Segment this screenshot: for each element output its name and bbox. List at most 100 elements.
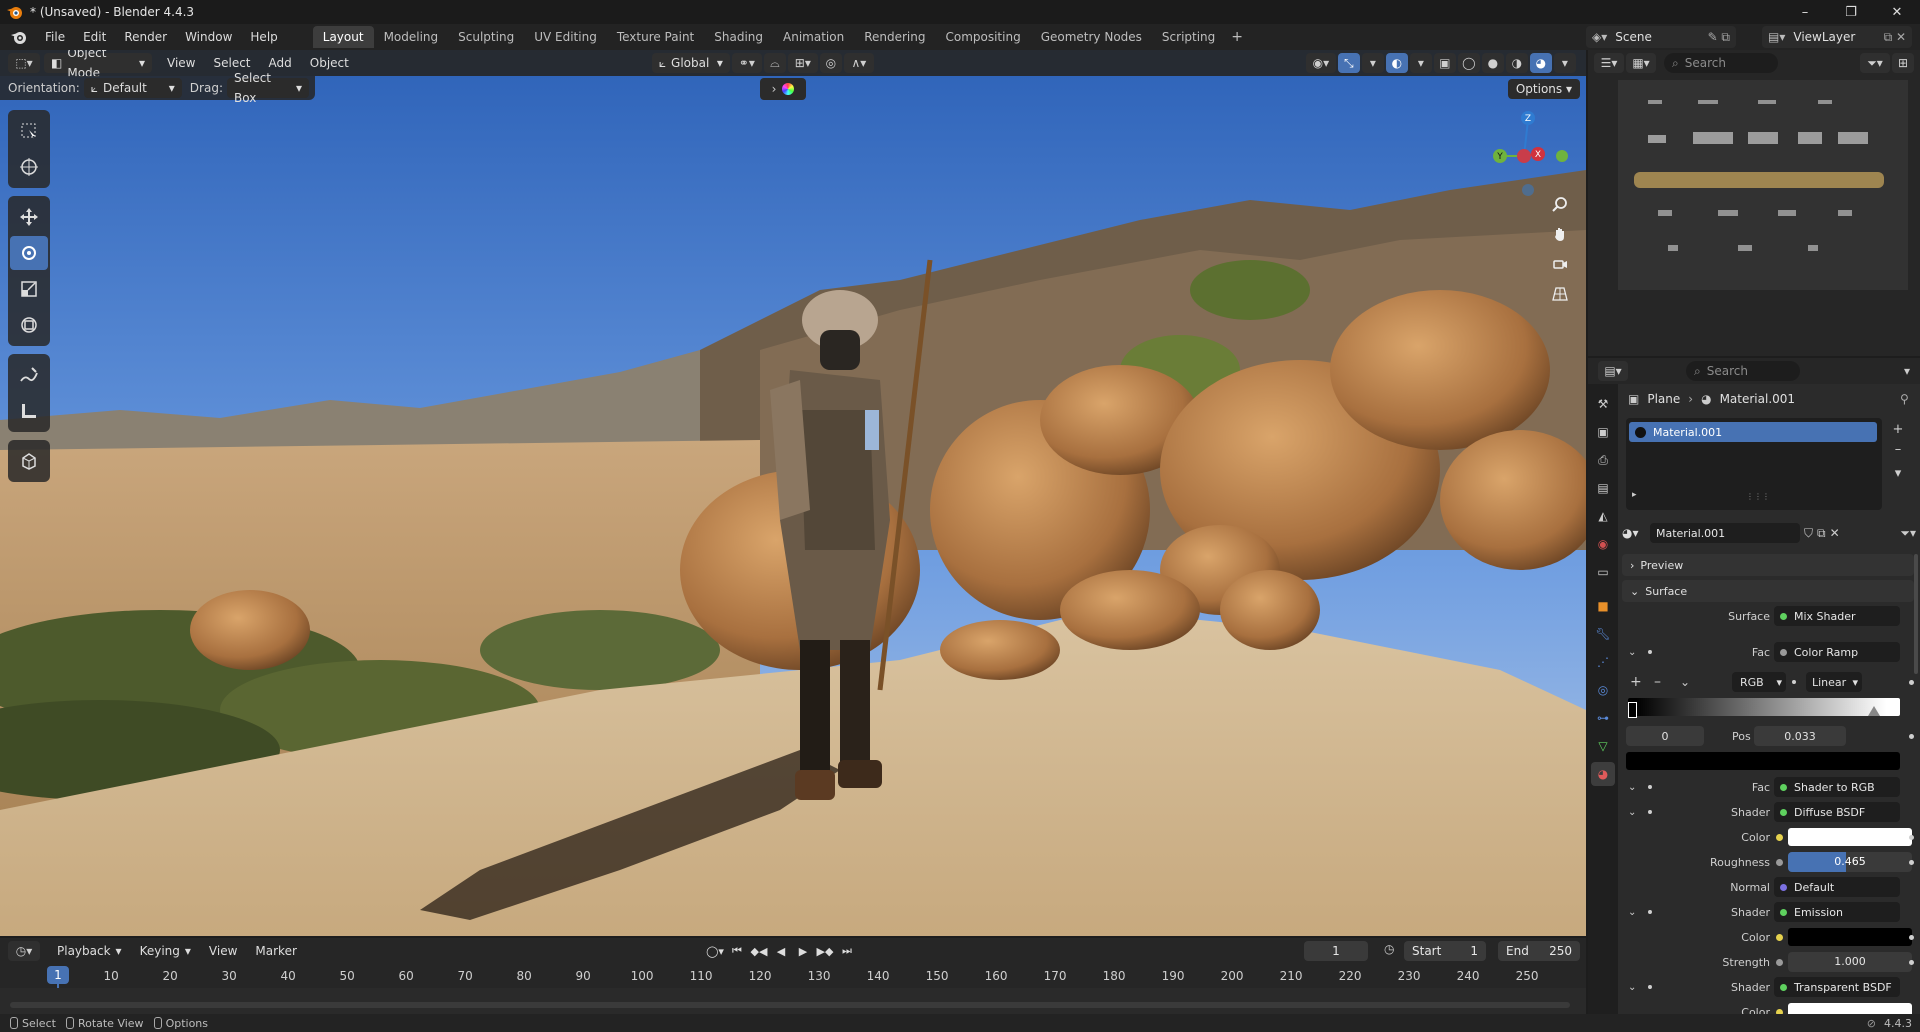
node-link-icon[interactable]: ⏷▾ (1900, 526, 1916, 541)
visibility-icon[interactable]: ◉▾ (1305, 53, 1336, 73)
color1-swatch[interactable] (1788, 828, 1912, 846)
tab-layout[interactable]: Layout (312, 26, 374, 48)
tab-shading[interactable]: Shading (704, 26, 773, 48)
color-ramp-widget[interactable] (1628, 698, 1900, 716)
modifier-tab-icon[interactable]: 🔧︎ (1591, 622, 1615, 646)
menu-view[interactable]: View (160, 53, 202, 73)
cursor-tool-icon[interactable] (10, 150, 48, 184)
browse-material-icon[interactable]: ◕▾ (1622, 526, 1646, 540)
material-tab-icon[interactable]: ◕ (1591, 762, 1615, 786)
add-slot-button[interactable]: + (1888, 420, 1908, 438)
properties-scrollbar[interactable] (1914, 554, 1918, 674)
tab-uv-editing[interactable]: UV Editing (524, 26, 607, 48)
scale-tool-icon[interactable] (10, 272, 48, 306)
stop-color-swatch[interactable] (1626, 752, 1900, 770)
remove-stop-button[interactable]: – (1654, 674, 1661, 690)
gizmo-dropdown-icon[interactable]: ▾ (1361, 53, 1384, 73)
render-tab-icon[interactable]: ▣ (1591, 420, 1615, 444)
list-expand-icon[interactable]: ▸ (1632, 490, 1637, 500)
interpolation-selector[interactable]: Linear ▾ (1806, 672, 1862, 692)
preview-panel-header[interactable]: › Preview (1622, 554, 1914, 576)
transform-orientation-selector[interactable]: ⟀ Global ▾ (651, 53, 730, 73)
chevron-down-icon[interactable]: ▾ (1904, 364, 1910, 378)
end-frame-field[interactable]: End 250 (1498, 941, 1580, 961)
orientation-default-selector[interactable]: ⟀ Default ▾ (83, 78, 182, 98)
select-box-tool-icon[interactable] (10, 114, 48, 148)
zoom-icon[interactable] (1546, 190, 1574, 218)
collapse-icon[interactable]: ⌄ (1628, 782, 1636, 793)
tab-compositing[interactable]: Compositing (935, 26, 1030, 48)
overlay-dropdown-icon[interactable]: ▾ (1409, 53, 1432, 73)
timeline-editor-type-icon[interactable]: ◷▾ (8, 941, 40, 961)
fac-input-selector[interactable]: Color Ramp (1774, 642, 1900, 662)
tab-geometry-nodes[interactable]: Geometry Nodes (1031, 26, 1152, 48)
unlink-material-icon[interactable]: ✕ (1830, 526, 1840, 540)
falloff-icon[interactable]: ∧▾ (843, 53, 874, 73)
tab-scripting[interactable]: Scripting (1152, 26, 1225, 48)
ramp-specials-icon[interactable]: ⌄ (1680, 675, 1690, 689)
tab-texture-paint[interactable]: Texture Paint (607, 26, 704, 48)
menu-object[interactable]: Object (303, 53, 356, 73)
tab-modeling[interactable]: Modeling (374, 26, 449, 48)
output-tab-icon[interactable]: ⎙ (1591, 448, 1615, 472)
collection-tab-icon[interactable]: ▭ (1591, 560, 1615, 584)
data-tab-icon[interactable]: ▽ (1591, 734, 1615, 758)
physics-tab-icon[interactable]: ◎ (1591, 678, 1615, 702)
3d-viewport[interactable]: ⬚▾ ◧ Object Mode ▾ View Select Add Objec… (0, 50, 1586, 936)
collapse-icon[interactable]: ⌄ (1628, 647, 1636, 658)
xray-icon[interactable]: ▣ (1433, 53, 1456, 73)
annotate-tool-icon[interactable] (10, 358, 48, 392)
shader2-selector[interactable]: Emission (1774, 902, 1900, 922)
viewport-render[interactable] (0, 50, 1586, 936)
rendered-shading-icon[interactable]: ◕ (1529, 53, 1552, 73)
ramp-stop-white[interactable] (1868, 706, 1880, 716)
remove-slot-button[interactable]: – (1888, 440, 1908, 458)
auto-keying-icon[interactable]: ◯▾ (706, 941, 724, 961)
duplicate-material-icon[interactable]: ⧉ (1817, 526, 1826, 541)
slot-specials-button[interactable]: ▾ (1888, 464, 1908, 482)
pin-icon[interactable]: ✎ ⧉ (1708, 30, 1730, 45)
navigation-gizmo[interactable]: Z Y X (1476, 108, 1586, 198)
jump-keyframe-forward-icon[interactable]: ▶◆ (816, 941, 834, 961)
menu-file[interactable]: File (36, 26, 74, 48)
color-mode-selector[interactable]: RGB ▾ (1732, 672, 1786, 692)
minimize-button[interactable]: – (1782, 0, 1828, 24)
surface-shader-selector[interactable]: Mix Shader (1774, 606, 1900, 626)
pin-icon[interactable]: ⚲ (1900, 392, 1909, 406)
menu-render[interactable]: Render (115, 26, 176, 48)
gizmo-toggle-icon[interactable]: ⤡ (1337, 53, 1360, 73)
perspective-grid-icon[interactable] (1546, 280, 1574, 308)
shading-dropdown-icon[interactable]: ▾ (1553, 53, 1576, 73)
camera-view-icon[interactable] (1546, 250, 1574, 278)
menu-marker[interactable]: Marker (248, 941, 303, 961)
properties-search-input[interactable]: ⌕ Search (1686, 361, 1800, 381)
overlay-toggle-icon[interactable]: ◐ (1385, 53, 1408, 73)
filter-icon[interactable]: ⏷▾ (1860, 53, 1890, 73)
tab-animation[interactable]: Animation (773, 26, 854, 48)
timeline-track[interactable] (0, 988, 1586, 1014)
fac2-input-selector[interactable]: Shader to RGB (1774, 777, 1900, 797)
snap-target-icon[interactable]: ⊞▾ (787, 53, 818, 73)
tool-tab-icon[interactable]: ⚒ (1591, 392, 1615, 416)
tab-rendering[interactable]: Rendering (854, 26, 935, 48)
view-layer-tab-icon[interactable]: ▤ (1591, 476, 1615, 500)
menu-edit[interactable]: Edit (74, 26, 115, 48)
solid-shading-icon[interactable]: ● (1481, 53, 1504, 73)
blender-menu-icon[interactable] (10, 28, 28, 46)
proportional-edit-icon[interactable]: ◎ (819, 53, 842, 73)
jump-start-icon[interactable]: ⏮ (728, 941, 746, 961)
move-tool-icon[interactable] (10, 200, 48, 234)
surface-panel-header[interactable]: ⌄ Surface (1622, 580, 1914, 602)
material-name-field[interactable]: Material.001 (1650, 523, 1800, 543)
jump-end-icon[interactable]: ⏭ (838, 941, 856, 961)
collapse-icon[interactable]: ⌄ (1628, 907, 1636, 918)
menu-window[interactable]: Window (176, 26, 241, 48)
menu-keying[interactable]: Keying ▾ (133, 941, 198, 961)
roughness-slider[interactable]: 0.465 (1788, 852, 1912, 872)
scene-tab-icon[interactable]: ◭ (1591, 504, 1615, 528)
menu-timeline-view[interactable]: View (202, 941, 244, 961)
add-workspace-button[interactable]: + (1225, 26, 1249, 48)
object-tab-icon[interactable]: ■ (1591, 594, 1615, 618)
stop-index-field[interactable]: 0 (1626, 726, 1704, 746)
transform-tool-icon[interactable] (10, 308, 48, 342)
